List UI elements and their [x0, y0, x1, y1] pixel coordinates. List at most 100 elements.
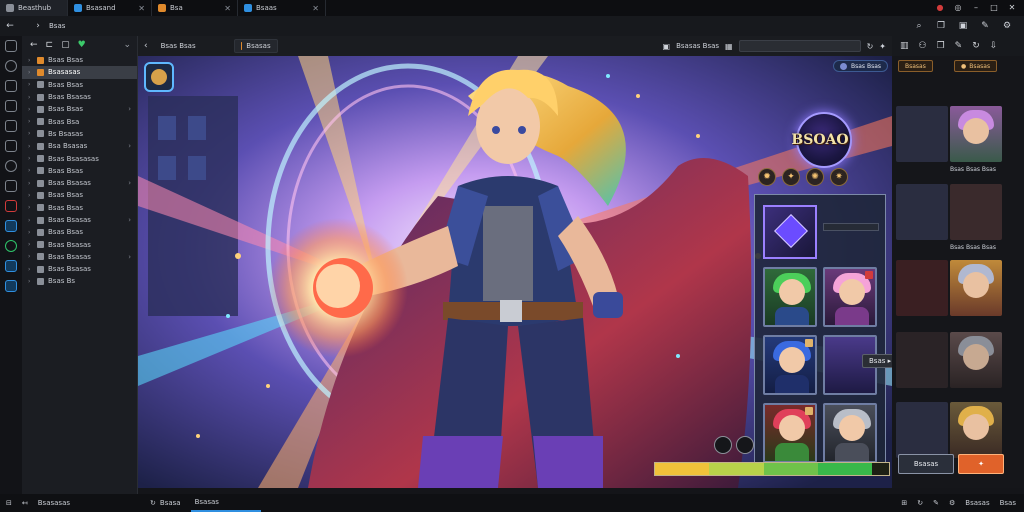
sidebar-icon[interactable]: ▥	[900, 41, 909, 51]
pen-icon[interactable]: ✎	[955, 41, 963, 51]
close-tab-icon[interactable]: ✕	[138, 4, 145, 13]
hero-card[interactable]	[823, 403, 877, 463]
chevron-right-icon[interactable]: ›	[28, 94, 33, 101]
status-item-0[interactable]: Bsasasas	[38, 499, 70, 507]
gallery-tag[interactable]: ● Bsasas	[954, 60, 998, 72]
tab-3[interactable]: Bsaas ✕	[238, 0, 326, 16]
gallery-thumb[interactable]	[950, 402, 1002, 458]
tree-item[interactable]: › Bsas Bsas	[22, 79, 137, 91]
gallery-thumb[interactable]	[896, 332, 948, 388]
folder-icon[interactable]	[5, 120, 17, 132]
settings-icon[interactable]: ⚙	[949, 499, 955, 507]
maximize-button[interactable]: □	[990, 4, 998, 12]
grid-icon[interactable]: ⊞	[901, 499, 907, 507]
grid-icon[interactable]: ▦	[725, 42, 733, 51]
chevron-right-icon[interactable]: ›	[28, 180, 33, 187]
close-button[interactable]: ✕	[1008, 4, 1016, 12]
tree-item[interactable]: › Bsas Bsasas	[22, 238, 137, 250]
people-icon[interactable]: ⚇	[919, 41, 927, 51]
primary-action-button[interactable]: ✦	[958, 454, 1004, 474]
skill-fire-icon[interactable]: ✹	[758, 168, 776, 186]
gallery-thumb[interactable]	[950, 106, 1002, 162]
tree-item[interactable]: › Bsasasas	[22, 66, 137, 79]
chevron-right-icon[interactable]: ›	[28, 69, 33, 76]
image-icon[interactable]: ▣	[663, 42, 671, 51]
settings-icon[interactable]: ⚙	[1000, 19, 1014, 33]
tree-item[interactable]: › Bsas Bsas ›	[22, 103, 137, 115]
hero-card[interactable]	[763, 403, 817, 463]
image-icon[interactable]: ▣	[956, 19, 970, 33]
gallery-thumb[interactable]	[950, 184, 1002, 240]
chevron-right-icon[interactable]: ›	[28, 204, 33, 211]
gallery-thumb[interactable]	[896, 184, 948, 240]
back-arrow-icon[interactable]: ←	[3, 19, 17, 33]
top-status-pill[interactable]: Bsas Bsas	[833, 60, 888, 72]
equipped-item-slot[interactable]	[763, 205, 817, 259]
gallery-thumb[interactable]	[950, 332, 1002, 388]
chevron-right-icon[interactable]: ›	[28, 118, 33, 125]
tab-2[interactable]: Bsa ✕	[152, 0, 238, 16]
bookmark-icon[interactable]	[5, 200, 17, 212]
chevron-right-icon[interactable]: ›	[28, 167, 33, 174]
tree-item[interactable]: › Bsas Bsas	[22, 202, 137, 214]
edit-icon[interactable]: ✎	[978, 19, 992, 33]
chevron-icon[interactable]: ›	[128, 105, 131, 113]
address-bar[interactable]	[738, 40, 861, 52]
status-item-1[interactable]: ↻ Bsasa	[150, 499, 181, 507]
folder-icon[interactable]: ▢	[61, 40, 70, 50]
tree-item[interactable]: › Bsas Bsas	[22, 165, 137, 177]
close-tab-icon[interactable]: ✕	[312, 4, 319, 13]
minimize-button[interactable]: –	[972, 4, 980, 12]
secondary-action-button[interactable]: Bsasas	[898, 454, 954, 474]
search-icon[interactable]: ⌕	[912, 19, 926, 33]
chevron-right-icon[interactable]: ›	[28, 278, 33, 285]
skill-star-icon[interactable]: ✦	[782, 168, 800, 186]
menu-icon[interactable]: ⊟	[6, 499, 12, 507]
chevron-right-icon[interactable]: ›	[28, 229, 33, 236]
chevron-icon[interactable]: ›	[128, 179, 131, 187]
companion-icon[interactable]	[736, 436, 754, 454]
tree-item[interactable]: › Bsa Bsasas ›	[22, 140, 137, 152]
terminal-icon[interactable]	[5, 280, 17, 292]
pen-icon[interactable]: ✎	[933, 499, 939, 507]
chat-icon[interactable]	[5, 220, 17, 232]
tree-item[interactable]: › Bsas Bsasas	[22, 263, 137, 275]
tab-1[interactable]: Bsasand ✕	[68, 0, 152, 16]
chevron-right-icon[interactable]: ›	[28, 106, 33, 113]
calendar-icon[interactable]	[5, 140, 17, 152]
refresh-icon[interactable]: ↻	[972, 41, 980, 51]
pin-icon[interactable]: ✦	[879, 42, 886, 51]
refresh-icon[interactable]: ↻	[867, 42, 874, 51]
gallery-thumb[interactable]	[896, 106, 948, 162]
tree-item[interactable]: › Bsas Bsasas ›	[22, 251, 137, 263]
chevron-right-icon[interactable]: ›	[28, 130, 33, 137]
chevron-right-icon[interactable]: ›	[31, 19, 45, 33]
hero-portrait-badge[interactable]	[144, 62, 174, 92]
tree-item[interactable]: › Bsas Bsas	[22, 189, 137, 201]
copy-icon[interactable]: ❐	[934, 19, 948, 33]
gallery-thumb[interactable]	[896, 260, 948, 316]
editor-tab-0[interactable]: Bsas Bsas	[154, 39, 228, 53]
chevron-icon[interactable]: ›	[128, 253, 131, 261]
tree-item[interactable]: › Bs Bsasas	[22, 128, 137, 140]
hero-card[interactable]	[823, 267, 877, 327]
hero-card[interactable]	[763, 335, 817, 395]
tab-0[interactable]: Beasthub	[0, 0, 68, 16]
gallery-tag[interactable]: Bsasas	[898, 60, 933, 72]
chevron-down-icon[interactable]: ⌄	[123, 40, 131, 50]
skill-swirl-icon[interactable]: ✷	[830, 168, 848, 186]
back-arrow-icon[interactable]: ←	[30, 40, 38, 50]
skill-gear-icon[interactable]: ✺	[806, 168, 824, 186]
chevron-icon[interactable]: ›	[128, 216, 131, 224]
editor-tab-1[interactable]: Bsasas	[233, 39, 278, 53]
hero-card[interactable]	[763, 267, 817, 327]
tree-item[interactable]: › Bsas Bsasas ›	[22, 177, 137, 189]
chevron-right-icon[interactable]: ›	[28, 192, 33, 199]
gallery-thumb[interactable]	[950, 260, 1002, 316]
list-icon[interactable]	[5, 100, 17, 112]
gallery-thumb[interactable]	[896, 402, 948, 458]
back-arrow-icon[interactable]: ↤	[22, 499, 28, 507]
status-item-2[interactable]: Bsasas	[190, 494, 261, 512]
files-icon[interactable]	[5, 80, 17, 92]
tree-item[interactable]: › Bsas Bs	[22, 275, 137, 287]
